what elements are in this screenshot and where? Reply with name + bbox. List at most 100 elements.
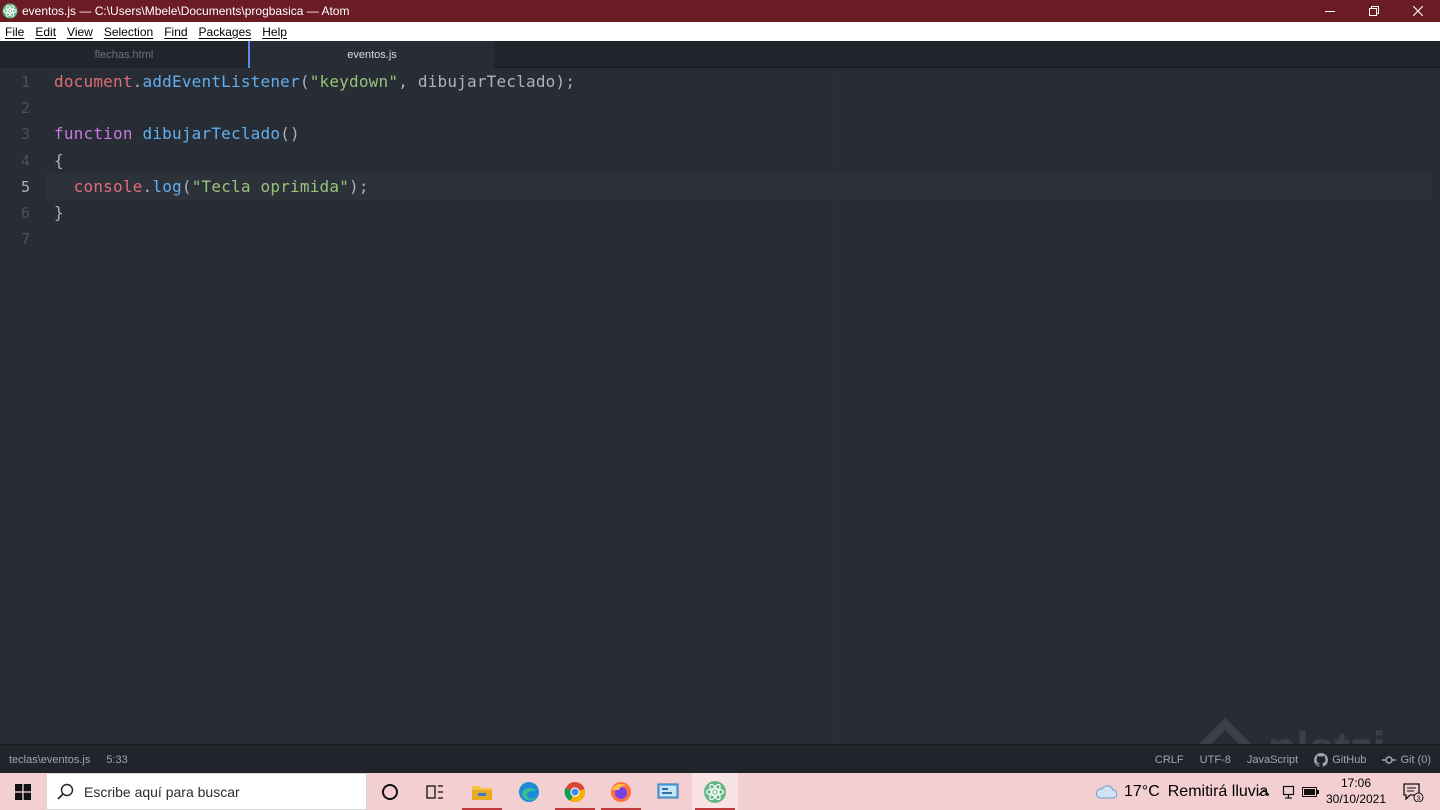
wrap-guide [837, 68, 838, 744]
atom-app-icon [2, 3, 18, 19]
line-number[interactable]: 1 [0, 69, 30, 95]
github-icon [1314, 752, 1329, 767]
battery-icon [1302, 786, 1319, 797]
menu-packages[interactable]: Packages [199, 25, 252, 39]
menu-bar: File Edit View Selection Find Packages H… [0, 22, 1440, 41]
code-token: console [73, 176, 143, 196]
search-placeholder: Escribe aquí para buscar [84, 783, 240, 800]
line-number[interactable]: 4 [0, 148, 30, 174]
git-label: Git (0) [1400, 753, 1431, 766]
menu-selection[interactable]: Selection [104, 25, 153, 39]
status-git[interactable]: Git (0) [1382, 753, 1431, 767]
task-view-icon [426, 784, 443, 799]
tab-eventos-js[interactable]: eventos.js [248, 41, 494, 69]
restore-button[interactable] [1352, 0, 1396, 22]
code-line[interactable]: { [54, 148, 64, 174]
file-explorer-icon [472, 785, 492, 800]
line-number[interactable]: 3 [0, 121, 30, 147]
code-token: "Tecla oprimida" [191, 176, 350, 196]
code-token: . [132, 72, 143, 91]
search-icon [57, 783, 74, 800]
weather-text: Remitirá lluvia [1167, 782, 1269, 800]
close-icon [1413, 6, 1423, 16]
taskbar-search-box[interactable]: Escribe aquí para buscar [46, 773, 367, 810]
code-line[interactable]: document.addEventListener("keydown", dib… [54, 69, 575, 95]
code-line[interactable]: console.log("Tecla oprimida"); [54, 174, 369, 200]
line-number[interactable]: 7 [0, 226, 30, 252]
menu-help[interactable]: Help [262, 25, 287, 39]
task-view-button[interactable] [412, 773, 458, 810]
status-encoding[interactable]: UTF-8 [1200, 754, 1231, 766]
code-token: document [54, 72, 133, 91]
tab-label: eventos.js [347, 49, 397, 61]
chrome-icon [564, 781, 585, 802]
code-token: { [54, 150, 64, 170]
code-token: log [152, 176, 182, 196]
status-file-path[interactable]: teclas\eventos.js [9, 754, 90, 766]
minimize-icon [1325, 11, 1335, 12]
chrome-button[interactable] [552, 773, 598, 810]
weather-temp: 17°C [1124, 782, 1160, 800]
notification-icon: 3 [1403, 782, 1424, 802]
code-token: addEventListener [142, 72, 300, 91]
menu-find[interactable]: Find [164, 25, 187, 39]
firefox-icon [611, 781, 631, 802]
code-editor[interactable]: 1234567 document.addEventListener("keydo… [0, 68, 1440, 744]
control-panel-button[interactable] [645, 773, 691, 810]
clock-date: 30/10/2021 [1325, 792, 1387, 806]
code-token: () [280, 124, 300, 144]
control-panel-icon [657, 783, 679, 798]
github-label: GitHub [1332, 753, 1367, 766]
cloud-rain-icon [1095, 784, 1117, 798]
code-token: "keydown" [309, 72, 399, 91]
weather-widget[interactable]: 17°C Remitirá lluvia [1095, 773, 1268, 810]
menu-file[interactable]: File [5, 25, 24, 39]
minimize-button[interactable] [1308, 0, 1352, 22]
status-line-ending[interactable]: CRLF [1155, 754, 1184, 766]
status-cursor-position[interactable]: 5:33 [106, 754, 127, 766]
file-explorer-button[interactable] [459, 773, 505, 810]
atom-taskbar-button[interactable] [692, 773, 738, 810]
line-number[interactable]: 6 [0, 200, 30, 226]
close-button[interactable] [1396, 0, 1440, 22]
network-button[interactable] [1282, 773, 1295, 810]
edge-button[interactable] [506, 773, 552, 810]
cortana-icon [382, 783, 398, 800]
show-hidden-icons-button[interactable] [1258, 773, 1270, 810]
firefox-button[interactable] [598, 773, 644, 810]
start-button[interactable] [0, 773, 46, 810]
menu-edit[interactable]: Edit [35, 25, 56, 39]
code-line[interactable]: function dibujarTeclado() [54, 121, 300, 147]
code-token: ( [181, 176, 192, 196]
status-github[interactable]: GitHub [1314, 752, 1367, 767]
network-icon [1282, 785, 1295, 799]
windows-logo-icon [15, 783, 31, 800]
line-number[interactable]: 2 [0, 95, 30, 121]
tab-label: flechas.html [94, 48, 154, 61]
atom-icon [704, 780, 726, 803]
menu-view[interactable]: View [67, 25, 93, 39]
status-bar: teclas\eventos.js 5:33 CRLF UTF-8 JavaSc… [0, 744, 1440, 773]
action-center-button[interactable]: 3 [1398, 773, 1428, 810]
battery-button[interactable] [1302, 773, 1319, 810]
code-token: ); [349, 176, 369, 196]
code-token: , dibujarTeclado); [398, 72, 576, 91]
window-title: eventos.js — C:\Users\Mbele\Documents\pr… [22, 4, 350, 18]
cortana-button[interactable] [367, 773, 413, 810]
clock-time: 17:06 [1340, 776, 1372, 790]
window-controls [1308, 0, 1440, 22]
title-bar: eventos.js — C:\Users\Mbele\Documents\pr… [0, 0, 1440, 22]
line-number[interactable]: 5 [0, 174, 30, 200]
edge-icon [519, 781, 539, 802]
taskbar-clock[interactable]: 17:06 30/10/2021 [1321, 775, 1391, 807]
code-token: } [54, 203, 64, 222]
tab-flechas-html[interactable]: flechas.html [0, 41, 248, 68]
restore-icon [1369, 6, 1379, 16]
code-token: . [142, 176, 153, 196]
status-grammar[interactable]: JavaScript [1247, 754, 1298, 766]
git-commit-icon [1382, 755, 1397, 764]
tab-bar: flechas.html eventos.js [0, 41, 1440, 69]
code-line[interactable]: } [54, 200, 64, 226]
